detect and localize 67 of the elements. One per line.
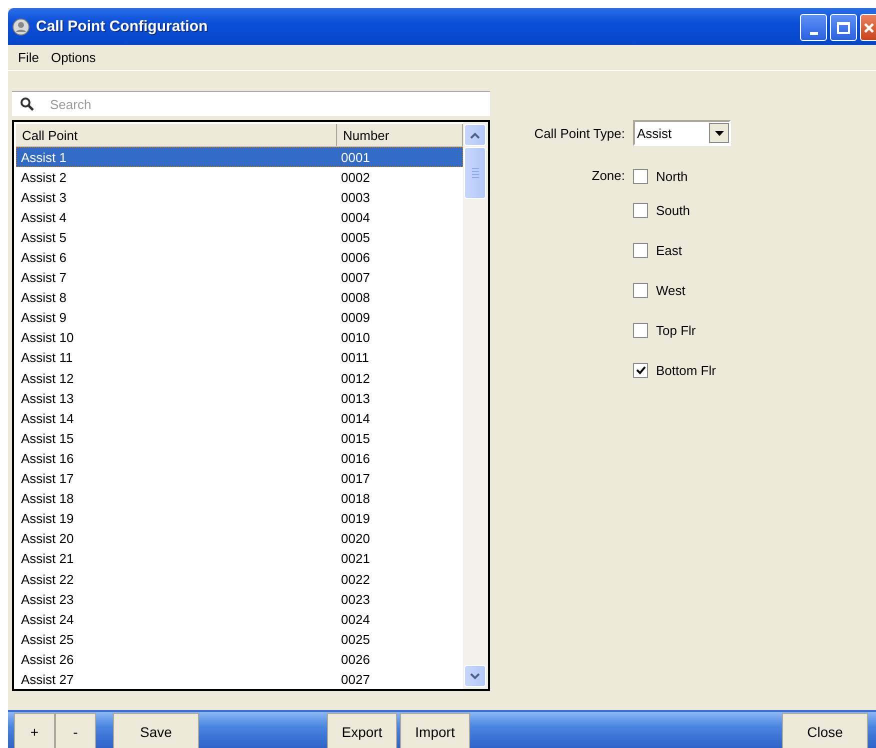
scroll-up-button[interactable] <box>464 124 486 146</box>
list-row[interactable]: Assist 26 0026 <box>16 649 463 670</box>
list-row[interactable]: Assist 10 0010 <box>16 328 463 348</box>
checkbox[interactable] <box>633 282 648 298</box>
type-dropdown[interactable]: Assist <box>633 120 731 146</box>
action-button[interactable]: + <box>14 713 55 748</box>
scroll-thumb[interactable] <box>464 147 486 199</box>
app-icon <box>12 18 30 36</box>
list-row[interactable]: Assist 5 0005 <box>16 227 463 248</box>
search-field[interactable]: Search <box>12 91 490 116</box>
list-row[interactable]: Assist 3 0003 <box>16 187 463 208</box>
checkbox-label: West <box>656 282 686 298</box>
checkbox[interactable] <box>633 362 648 378</box>
checkbox-label: South <box>656 202 690 218</box>
caret-icon <box>714 130 724 136</box>
list-row[interactable]: Assist 2 0002 <box>16 167 463 188</box>
list-row[interactable]: Assist 23 0023 <box>16 589 463 610</box>
checkbox-label: Bottom Flr <box>656 362 716 378</box>
column-header[interactable]: Call Point <box>16 124 337 146</box>
list-row[interactable]: Assist 27 0027 <box>16 669 463 689</box>
chevron-up-icon <box>470 132 480 138</box>
list-row[interactable]: Assist 25 0025 <box>16 629 463 650</box>
action-button[interactable]: Export <box>327 713 397 748</box>
checkbox-label: Top Flr <box>656 322 696 338</box>
list-row[interactable]: Assist 1 0001 <box>16 147 463 168</box>
list-row[interactable]: Assist 19 0019 <box>16 508 463 529</box>
close-icon <box>862 22 874 34</box>
checkbox[interactable] <box>633 202 648 218</box>
list-row[interactable]: Assist 14 0014 <box>16 408 463 428</box>
action-button[interactable]: Import <box>400 713 470 748</box>
close-button[interactable] <box>860 14 876 41</box>
list-row[interactable]: Assist 11 0011 <box>16 348 463 368</box>
list-row[interactable]: Assist 17 0017 <box>16 468 463 489</box>
field-label: Call Point Type: <box>533 126 625 140</box>
field-label: Zone: <box>590 168 625 185</box>
scrollbar[interactable] <box>463 122 488 689</box>
list-row[interactable]: Assist 16 0016 <box>16 448 463 468</box>
list-row[interactable]: Assist 7 0007 <box>16 268 463 288</box>
action-button[interactable]: Save <box>113 713 199 748</box>
minimize-button[interactable] <box>800 14 827 41</box>
maximize-button[interactable] <box>830 14 857 41</box>
chevron-down-icon <box>470 672 480 680</box>
list-row[interactable]: Assist 21 0021 <box>16 548 463 569</box>
check-icon <box>636 366 646 374</box>
checkbox[interactable] <box>633 242 648 258</box>
list-row[interactable]: Assist 12 0012 <box>16 368 463 388</box>
search-icon <box>20 97 34 111</box>
list-row[interactable]: Assist 15 0015 <box>16 428 463 448</box>
checkbox[interactable] <box>633 322 648 338</box>
list-row[interactable]: Assist 13 0013 <box>16 388 463 408</box>
list-row[interactable]: Assist 18 0018 <box>16 488 463 509</box>
checkbox[interactable] <box>633 168 648 184</box>
checkbox-label: East <box>656 242 682 258</box>
menu-item[interactable]: Options <box>44 50 102 65</box>
checkbox-label: North <box>656 168 688 184</box>
list-row[interactable]: Assist 20 0020 <box>16 528 463 549</box>
action-button[interactable]: - <box>55 713 96 748</box>
menu-item[interactable]: File <box>12 50 45 65</box>
list-row[interactable]: Assist 24 0024 <box>16 609 463 630</box>
list-row[interactable]: Assist 8 0008 <box>16 288 463 308</box>
action-button[interactable]: Close <box>782 713 868 748</box>
window-title: Call Point Configuration <box>36 18 209 35</box>
list-row[interactable]: Assist 22 0022 <box>16 568 463 590</box>
list-row[interactable]: Assist 6 0006 <box>16 247 463 268</box>
scroll-down-button[interactable] <box>464 665 486 687</box>
list-row[interactable]: Assist 4 0004 <box>16 207 463 228</box>
list-row[interactable]: Assist 9 0009 <box>16 308 463 328</box>
